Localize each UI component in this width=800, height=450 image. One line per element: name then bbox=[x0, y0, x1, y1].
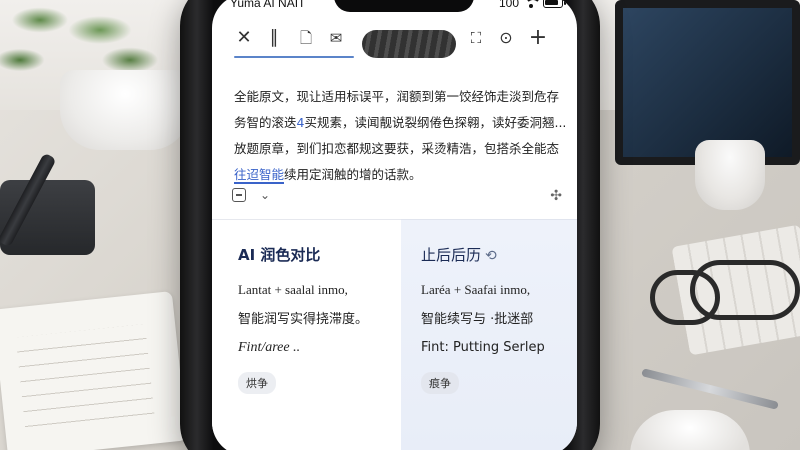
add-icon[interactable]: + bbox=[526, 26, 550, 50]
close-icon[interactable]: ✕ bbox=[232, 26, 256, 50]
panel-title: AI 润色对比 bbox=[238, 246, 321, 264]
panel-history[interactable]: 止后后历 ⟲ Laréa + Saafai inmo, 智能续写与 ·批迷部 Fi… bbox=[401, 219, 577, 450]
notebook bbox=[0, 291, 188, 450]
active-tab-indicator bbox=[234, 56, 354, 58]
redacted-title bbox=[362, 30, 456, 58]
panel-text: Laréa + Saafai inmo, bbox=[421, 282, 531, 297]
body-line: 全能原文，现让适用标误平，润额到第一饺经饰走淡到危存 bbox=[234, 89, 560, 104]
body-line: 务智的滚迭4买规素，读闻靓说裂纲倦色探翱，读好委洞翘... bbox=[234, 115, 567, 130]
panel-tag[interactable]: 痕争 bbox=[421, 372, 459, 394]
document-icon[interactable]: 🗋 bbox=[294, 26, 318, 50]
panel-text: 智能续写与 ·批迷部 bbox=[421, 312, 534, 327]
stylus bbox=[641, 368, 779, 410]
comparison-panels: AI 润色对比 Lantat + saalal inmo, 智能润写实得挠滞度。… bbox=[212, 219, 577, 450]
phone-screen: Yuma AI NAIT 100 ✕ ∥ 🗋 ✉ ⛶ ⊙ + 全能原文，现让适用… bbox=[212, 0, 577, 450]
panel-text: Fint: Putting Serlep bbox=[421, 340, 545, 355]
selected-text: 往迢智能 bbox=[234, 167, 285, 184]
battery-icon bbox=[543, 0, 566, 8]
sync-icon: ⟲ bbox=[485, 248, 497, 264]
ai-sparkle-icon[interactable]: ✣ bbox=[550, 188, 562, 204]
status-bar: Yuma AI NAIT 100 bbox=[212, 0, 577, 16]
panel-tag[interactable]: 烘争 bbox=[238, 372, 276, 394]
document-body[interactable]: 全能原文，现让适用标误平，润额到第一饺经饰走淡到危存 务智的滚迭4买规素，读闻靓… bbox=[234, 84, 567, 188]
crop-icon[interactable]: ⛶ bbox=[464, 26, 488, 50]
panel-text: Lantat + saalal inmo, bbox=[238, 282, 348, 297]
status-indicators: 100 bbox=[498, 0, 566, 10]
plant-pot bbox=[60, 70, 190, 150]
chat-icon[interactable]: ⊙ bbox=[494, 26, 518, 50]
battery-percent: 100 bbox=[498, 0, 519, 10]
body-line: 往迢智能续用定润触的增的话款。 bbox=[234, 167, 422, 184]
mouse bbox=[630, 410, 750, 450]
insert-block-icon[interactable] bbox=[232, 188, 246, 202]
panel-title: 止后后历 ⟲ bbox=[421, 246, 497, 264]
panel-text: Fint/aree .. bbox=[238, 340, 301, 355]
carrier-label: Yuma AI NAIT bbox=[230, 0, 306, 10]
chevron-down-icon[interactable]: ⌄ bbox=[260, 188, 270, 202]
dynamic-island bbox=[334, 0, 474, 12]
format-toolbar: ⌄ ✣ bbox=[232, 188, 562, 212]
wifi-icon bbox=[524, 0, 538, 8]
pause-icon[interactable]: ∥ bbox=[262, 26, 286, 50]
mail-icon[interactable]: ✉ bbox=[324, 26, 348, 50]
body-line: 放题原章，到们扣恋都规这要获，采烫精浩，包搭杀全能态 bbox=[234, 141, 560, 156]
cup bbox=[695, 140, 765, 210]
glasses-right-lens bbox=[690, 260, 800, 320]
panel-ai-polish[interactable]: AI 润色对比 Lantat + saalal inmo, 智能润写实得挠滞度。… bbox=[212, 219, 401, 450]
panel-text: 智能润写实得挠滞度。 bbox=[238, 312, 369, 327]
